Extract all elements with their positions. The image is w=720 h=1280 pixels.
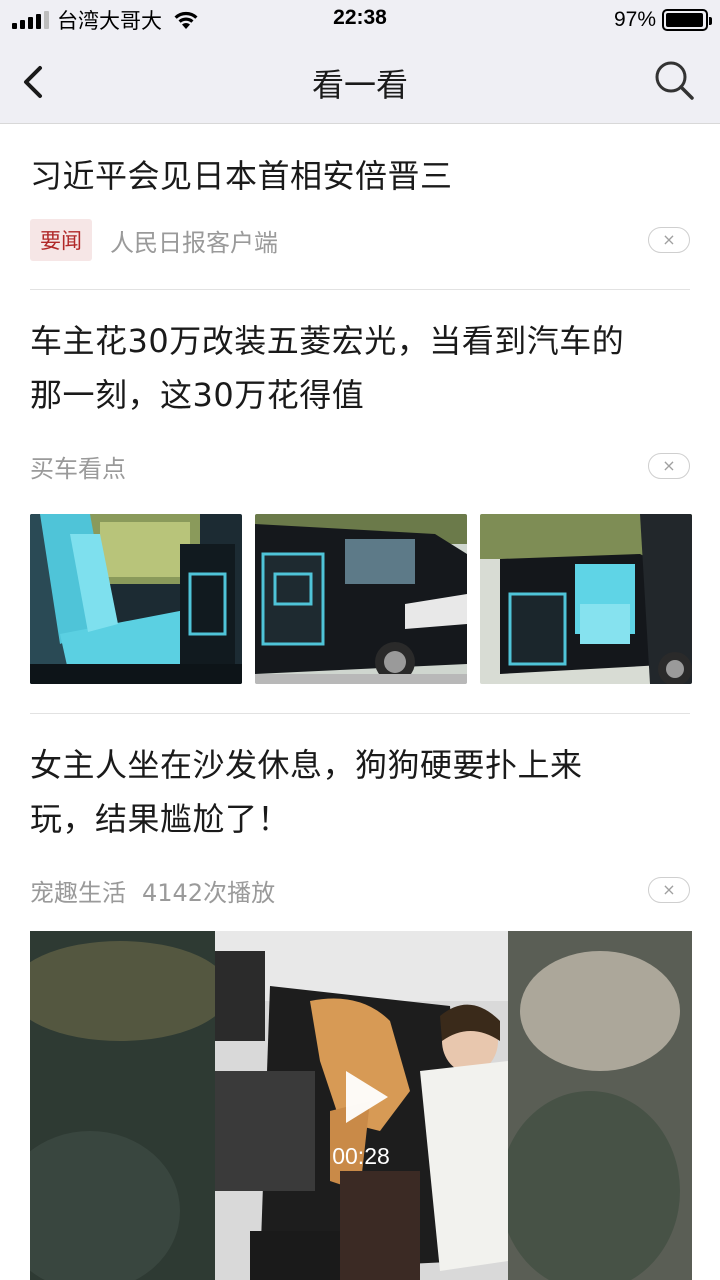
dismiss-button[interactable]: × <box>648 227 690 253</box>
article-source: 买车看点 <box>30 454 126 483</box>
status-right: 97% <box>613 6 712 34</box>
play-icon[interactable] <box>340 1067 392 1127</box>
nav-bar: 看一看 <box>0 40 720 124</box>
battery-icon <box>662 9 712 31</box>
thumbnail-van-interior[interactable] <box>30 514 242 684</box>
article-card[interactable]: 车主花30万改装五菱宏光，当看到汽车的 那一刻，这30万花得值 买车看点 × <box>0 290 720 713</box>
thumbnail-van-open-doors[interactable] <box>480 514 692 684</box>
page-title: 看一看 <box>311 66 408 104</box>
search-icon <box>655 61 694 100</box>
battery-percentage: 97% <box>613 8 656 31</box>
battery-level <box>666 13 703 27</box>
article-title-line[interactable]: 女主人坐在沙发休息，狗狗硬要扑上来 <box>30 738 690 792</box>
status-bar: 台湾大哥大 22:38 97% <box>0 0 720 40</box>
video-duration: 00:28 <box>332 1143 390 1169</box>
article-feed: 习近平会见日本首相安倍晋三 要闻 人民日报客户端 × 车主花30万改装五菱宏光，… <box>0 125 720 1280</box>
article-title-line[interactable]: 玩，结果尴尬了！ <box>30 792 690 846</box>
article-title-line[interactable]: 车主花30万改装五菱宏光，当看到汽车的 <box>30 314 690 368</box>
dismiss-button[interactable]: × <box>648 453 690 479</box>
search-button[interactable] <box>652 58 698 104</box>
article-title-line[interactable]: 那一刻，这30万花得值 <box>30 368 690 422</box>
video-player[interactable]: 00:28 <box>30 931 692 1280</box>
article-source: 宠趣生活 <box>30 878 126 907</box>
article-meta: 宠趣生活 4142次播放 × <box>30 868 690 912</box>
article-meta: 要闻 人民日报客户端 × <box>30 218 690 262</box>
dismiss-button[interactable]: × <box>648 877 690 903</box>
battery-cap <box>709 17 712 25</box>
clock: 22:38 <box>333 6 387 29</box>
article-meta: 买车看点 × <box>30 444 690 488</box>
headline-tag: 要闻 <box>30 219 92 261</box>
image-row <box>30 514 692 684</box>
thumbnail-black-van[interactable] <box>255 514 467 684</box>
play-count: 4142次播放 <box>142 878 276 907</box>
video-card[interactable]: 女主人坐在沙发休息，狗狗硬要扑上来 玩，结果尴尬了！ 宠趣生活 4142次播放 … <box>0 714 720 1280</box>
article-card[interactable]: 习近平会见日本首相安倍晋三 要闻 人民日报客户端 × <box>0 125 720 289</box>
article-source: 人民日报客户端 <box>110 228 278 257</box>
article-title[interactable]: 习近平会见日本首相安倍晋三 <box>30 149 690 203</box>
